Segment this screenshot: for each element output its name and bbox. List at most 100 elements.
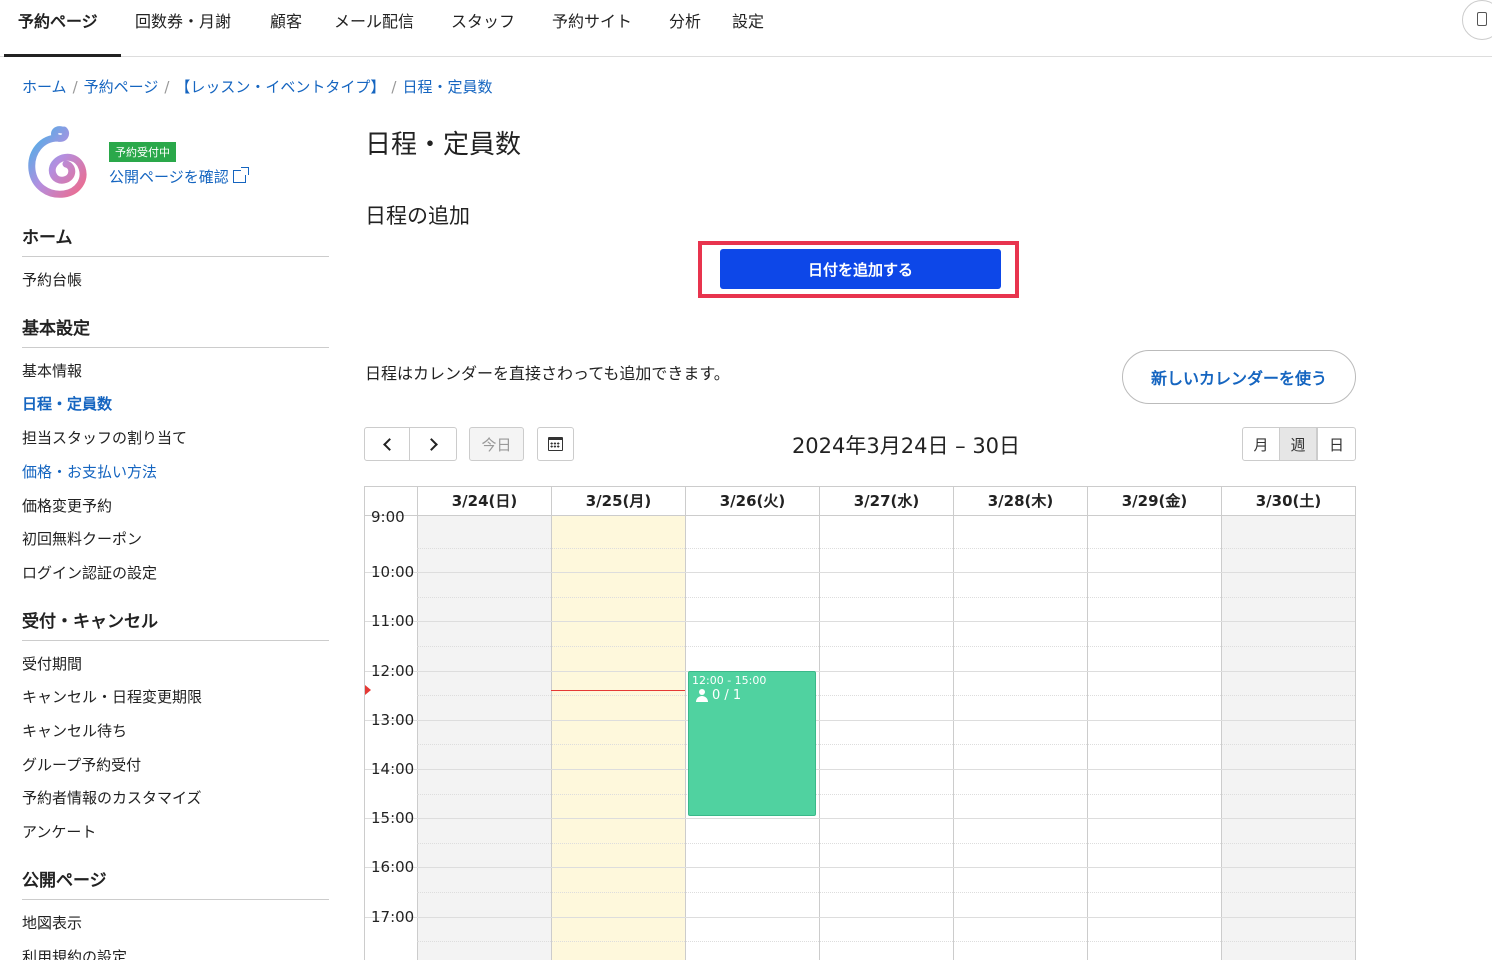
nav-item-3[interactable]: メール配信 bbox=[334, 8, 414, 32]
sidebar-item[interactable]: 利用規約の設定 bbox=[22, 946, 127, 960]
view-button-1[interactable]: 週 bbox=[1279, 427, 1317, 461]
app-logo bbox=[28, 126, 87, 198]
day-column[interactable] bbox=[1087, 515, 1221, 960]
week-calendar: 3/24(日) 3/25(月) 3/26(火) 3/27(水) 3/28(木) 3/29(… bbox=[364, 486, 1356, 960]
breadcrumb-item-1[interactable]: 予約ページ bbox=[84, 78, 159, 96]
sidebar-item[interactable]: 価格・お支払い方法 bbox=[22, 461, 157, 482]
day-column[interactable] bbox=[551, 515, 685, 960]
new-calendar-button[interactable]: 新しいカレンダーを使う bbox=[1122, 350, 1356, 404]
next-week-button[interactable] bbox=[409, 427, 457, 461]
hour-gridline bbox=[365, 818, 1355, 820]
sidebar-section-title: 受付・キャンセル bbox=[22, 611, 158, 632]
half-hour-gridline bbox=[417, 941, 1355, 943]
sidebar-item[interactable]: 価格変更予約 bbox=[22, 495, 112, 516]
sidebar-item[interactable]: 地図表示 bbox=[22, 912, 82, 933]
sidebar-item[interactable]: グループ予約受付 bbox=[22, 754, 141, 775]
time-label: 13:00 bbox=[371, 710, 415, 729]
day-column[interactable] bbox=[417, 515, 551, 960]
half-hour-gridline bbox=[417, 892, 1355, 893]
breadcrumb-item-2[interactable]: 【レッスン・イベントタイプ】 bbox=[175, 78, 385, 96]
day-header: 3/28(木) bbox=[953, 487, 1087, 515]
hour-gridline bbox=[365, 572, 1355, 574]
sidebar-section-title: 公開ページ bbox=[22, 870, 107, 891]
breadcrumb: ホーム / 予約ページ / 【レッスン・イベントタイプ】 / 日程・定員数 bbox=[22, 76, 492, 97]
add-schedule-heading: 日程の追加 bbox=[365, 204, 470, 228]
half-hour-gridline bbox=[417, 646, 1355, 647]
day-column[interactable] bbox=[819, 515, 953, 960]
day-header: 3/25(月) bbox=[551, 487, 685, 515]
today-button[interactable]: 今日 bbox=[469, 427, 524, 461]
nav-item-5[interactable]: 予約サイト bbox=[552, 8, 632, 32]
hour-gridline bbox=[365, 621, 1355, 623]
nav-item-2[interactable]: 顧客 bbox=[270, 8, 302, 32]
nav-active-underline bbox=[4, 54, 121, 57]
prev-week-button[interactable] bbox=[364, 427, 410, 461]
chevron-right-icon bbox=[424, 437, 438, 451]
nav-item-1[interactable]: 回数券・月謝 bbox=[135, 8, 231, 32]
nav-item-0[interactable]: 予約ページ bbox=[18, 8, 98, 32]
day-column[interactable] bbox=[1221, 515, 1355, 960]
event-time: 12:00 - 15:00 bbox=[692, 673, 767, 687]
calendar-event[interactable]: 12:00 - 15:00 0 / 1 bbox=[688, 670, 816, 817]
page-icon bbox=[1477, 12, 1487, 26]
breadcrumb-separator: / bbox=[72, 78, 78, 96]
day-column[interactable] bbox=[953, 515, 1087, 960]
hour-gridline bbox=[365, 769, 1355, 770]
current-time-arrow bbox=[365, 685, 371, 696]
sidebar-divider bbox=[22, 898, 329, 900]
nav-item-7[interactable]: 設定 bbox=[732, 8, 764, 32]
add-date-button[interactable]: 日付を追加する bbox=[720, 249, 1001, 289]
sidebar-item[interactable]: 初回無料クーポン bbox=[22, 528, 142, 549]
sidebar-item[interactable]: 基本情報 bbox=[22, 360, 82, 381]
sidebar-item[interactable]: 担当スタッフの割り当て bbox=[22, 427, 187, 448]
breadcrumb-item-0[interactable]: ホーム bbox=[22, 78, 67, 96]
time-label: 16:00 bbox=[371, 858, 415, 877]
top-nav: 予約ページ 回数券・月謝 顧客 メール配信 スタッフ 予約サイト 分析 設定 bbox=[0, 0, 1492, 57]
time-label: 14:00 bbox=[371, 760, 415, 778]
day-header: 3/27(水) bbox=[819, 487, 953, 515]
breadcrumb-item-3[interactable]: 日程・定員数 bbox=[402, 78, 492, 96]
time-label: 9:00 bbox=[371, 508, 405, 526]
sidebar-divider bbox=[22, 256, 329, 257]
nav-item-6[interactable]: 分析 bbox=[669, 8, 701, 32]
public-page-link[interactable]: 公開ページを確認 bbox=[109, 166, 249, 187]
sidebar-item[interactable]: 予約台帳 bbox=[22, 269, 82, 290]
breadcrumb-separator: / bbox=[391, 78, 397, 96]
status-badge: 予約受付中 bbox=[109, 142, 176, 162]
calendar-hint: 日程はカレンダーを直接さわっても追加できます。 bbox=[365, 364, 730, 383]
time-label: 11:00 bbox=[371, 612, 415, 631]
event-capacity-value: 0 / 1 bbox=[712, 687, 742, 703]
day-header: 3/24(日) bbox=[417, 487, 551, 515]
half-hour-gridline bbox=[417, 547, 1355, 549]
time-label: 15:00 bbox=[371, 809, 415, 828]
sidebar-item[interactable]: 日程・定員数 bbox=[22, 393, 112, 414]
nav-item-4[interactable]: スタッフ bbox=[451, 8, 515, 32]
sidebar-divider bbox=[22, 346, 329, 348]
day-header: 3/29(金) bbox=[1087, 487, 1221, 515]
chevron-left-icon bbox=[382, 437, 396, 451]
hour-gridline bbox=[365, 867, 1355, 869]
sidebar-section-title: 基本設定 bbox=[22, 318, 90, 339]
day-header: 3/26(火) bbox=[685, 487, 819, 515]
date-picker-button[interactable] bbox=[537, 427, 574, 461]
view-button-0[interactable]: 月 bbox=[1242, 427, 1280, 461]
sidebar-item[interactable]: 予約者情報のカスタマイズ bbox=[22, 787, 202, 808]
view-button-2[interactable]: 日 bbox=[1317, 427, 1356, 461]
day-header: 3/30(土) bbox=[1221, 487, 1355, 515]
half-hour-gridline bbox=[417, 842, 1355, 844]
event-capacity: 0 / 1 bbox=[692, 688, 812, 703]
current-time-line bbox=[551, 690, 685, 692]
half-hour-gridline bbox=[417, 744, 1355, 746]
sidebar-item[interactable]: ログイン認証の設定 bbox=[22, 562, 157, 583]
half-hour-gridline bbox=[417, 695, 1355, 697]
person-icon bbox=[696, 688, 708, 702]
sidebar-item[interactable]: 受付期間 bbox=[22, 653, 82, 674]
page-icon-button[interactable] bbox=[1462, 0, 1492, 40]
page-title: 日程・定員数 bbox=[365, 130, 522, 160]
sidebar-item[interactable]: キャンセル・日程変更期限 bbox=[22, 686, 202, 707]
sidebar-item[interactable]: キャンセル待ち bbox=[22, 720, 127, 741]
sidebar-section-title: ホーム bbox=[22, 228, 73, 248]
half-hour-gridline bbox=[417, 793, 1355, 795]
sidebar-item[interactable]: アンケート bbox=[22, 821, 96, 842]
time-label: 17:00 bbox=[371, 907, 415, 926]
